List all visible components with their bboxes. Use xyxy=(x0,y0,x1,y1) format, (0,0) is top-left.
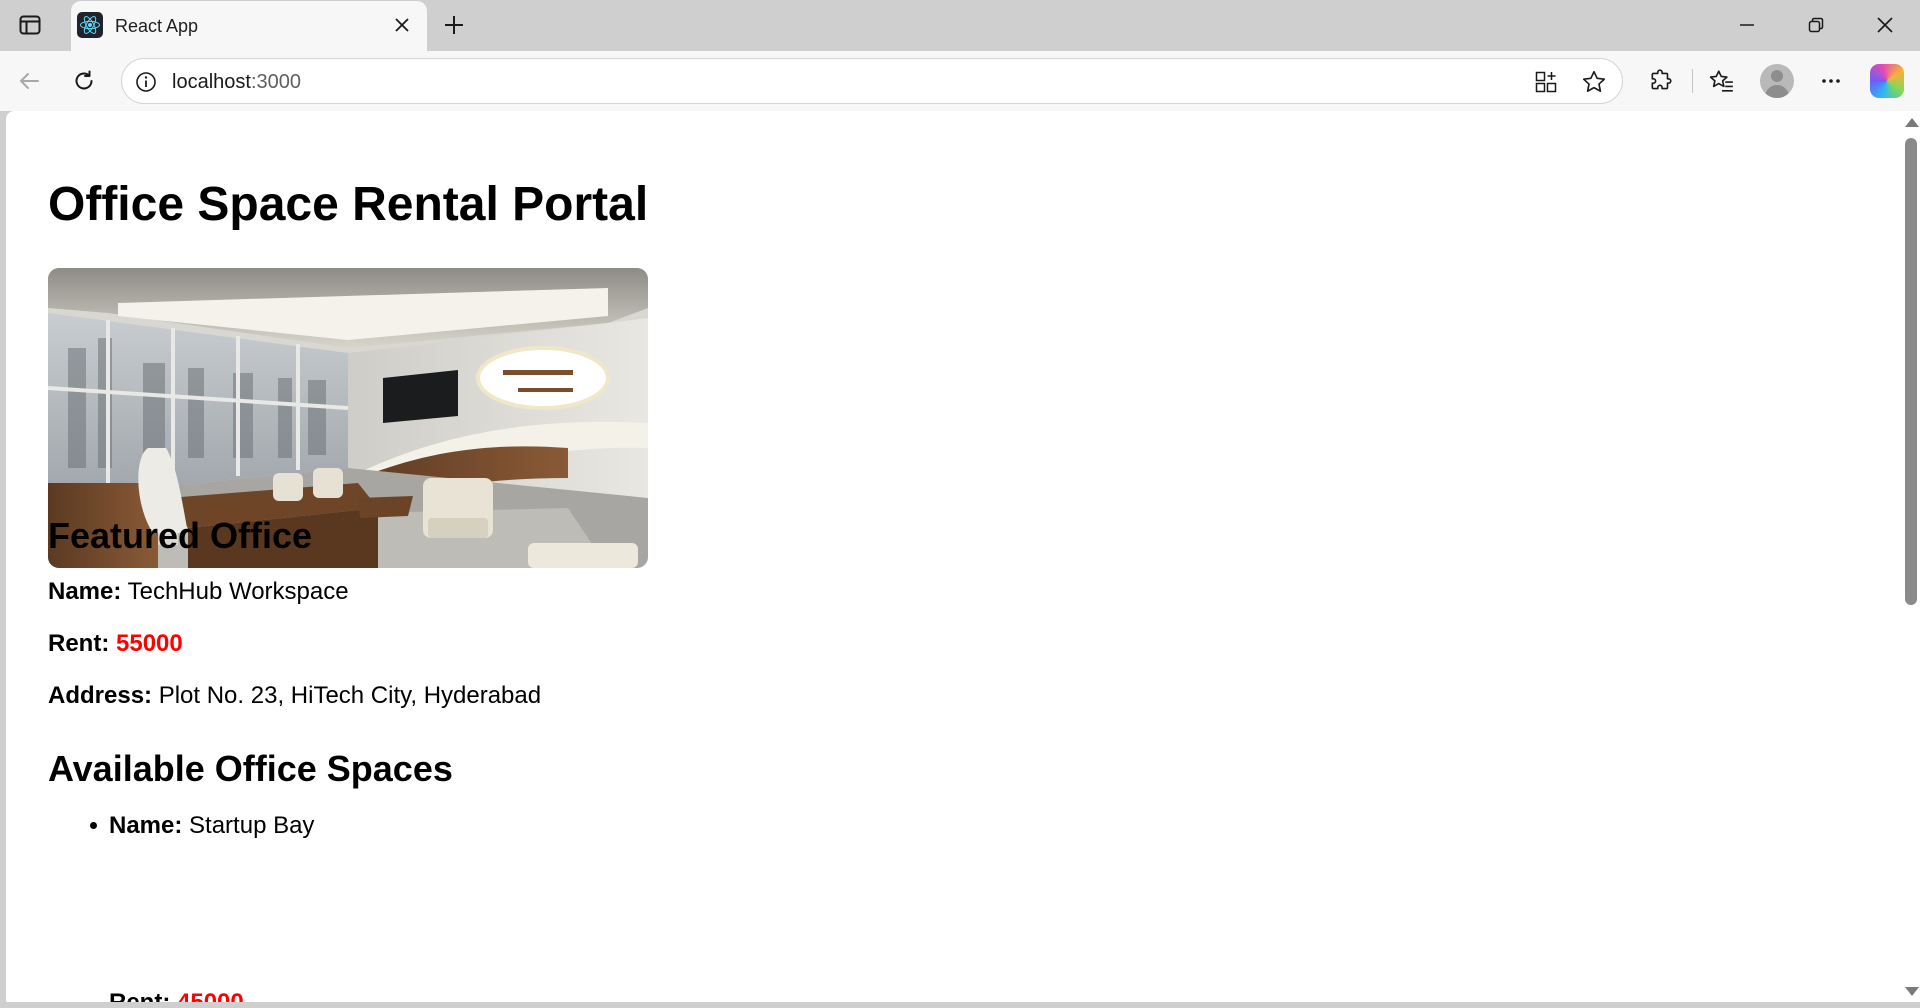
new-tab-icon[interactable] xyxy=(438,9,470,41)
list-item-name-label: Name: xyxy=(109,812,183,839)
favorites-icon[interactable] xyxy=(1704,63,1740,99)
featured-address-row: Address: Plot No. 23, HiTech City, Hyder… xyxy=(48,682,541,710)
copilot-icon[interactable] xyxy=(1870,64,1904,98)
restore-icon[interactable] xyxy=(1782,0,1850,50)
app-available-icon[interactable] xyxy=(1532,68,1560,96)
address-url[interactable]: localhost:3000 xyxy=(172,71,301,94)
available-offices-heading: Available Office Spaces xyxy=(48,748,453,789)
list-item-rent: Rent: 45000 xyxy=(109,989,244,1002)
tab-close-icon[interactable] xyxy=(391,14,413,36)
scrollbar-thumb[interactable] xyxy=(1905,138,1917,605)
list-bullet xyxy=(90,822,97,829)
scroll-down-arrow-icon[interactable] xyxy=(1905,987,1919,996)
extensions-icon[interactable] xyxy=(1643,63,1679,99)
scroll-up-arrow-icon[interactable] xyxy=(1905,118,1919,127)
browser-tab-active[interactable]: React App xyxy=(71,1,427,51)
profile-avatar[interactable] xyxy=(1760,64,1794,98)
browser-titlebar: React App xyxy=(0,0,1920,51)
list-item-name: Name: Startup Bay xyxy=(109,812,314,840)
featured-rent-value: 55000 xyxy=(116,630,183,657)
avatar-head xyxy=(1771,70,1783,82)
featured-rent-row: Rent: 55000 xyxy=(48,630,183,658)
list-item-rent-value: 45000 xyxy=(177,989,244,1002)
more-options-icon[interactable] xyxy=(1813,63,1849,99)
featured-name-row: Name: TechHub Workspace xyxy=(48,578,349,606)
list-item-name-value: Startup Bay xyxy=(189,812,315,839)
address-port: :3000 xyxy=(250,71,301,93)
refresh-icon[interactable] xyxy=(66,63,102,99)
featured-address-label: Address: xyxy=(48,682,153,709)
featured-rent-label: Rent: xyxy=(48,630,110,657)
vertical-scrollbar[interactable] xyxy=(1900,111,1920,1002)
tab-title: React App xyxy=(115,16,199,36)
page-title: Office Space Rental Portal xyxy=(48,178,649,231)
featured-name-value: TechHub Workspace xyxy=(127,578,349,605)
react-logo-icon xyxy=(77,12,103,38)
favorite-star-icon[interactable] xyxy=(1580,68,1608,96)
featured-name-label: Name: xyxy=(48,578,122,605)
address-host: localhost xyxy=(172,71,251,93)
back-arrow-icon[interactable] xyxy=(11,63,47,99)
minimize-icon[interactable] xyxy=(1713,0,1781,50)
list-item-rent-label: Rent: xyxy=(109,989,170,1002)
close-window-icon[interactable] xyxy=(1851,0,1919,50)
browser-toolbar: localhost:3000 xyxy=(0,51,1920,111)
page-viewport: Office Space Rental Portal Featured Offi… xyxy=(6,111,1920,1002)
featured-office-heading: Featured Office xyxy=(48,515,313,556)
toolbar-divider xyxy=(1692,69,1693,93)
sidebar-toggle-icon[interactable] xyxy=(14,10,46,40)
address-bar[interactable]: localhost:3000 xyxy=(121,58,1623,104)
avatar-body xyxy=(1765,85,1789,98)
site-info-icon[interactable] xyxy=(134,70,158,94)
featured-address-value: Plot No. 23, HiTech City, Hyderabad xyxy=(158,682,542,709)
